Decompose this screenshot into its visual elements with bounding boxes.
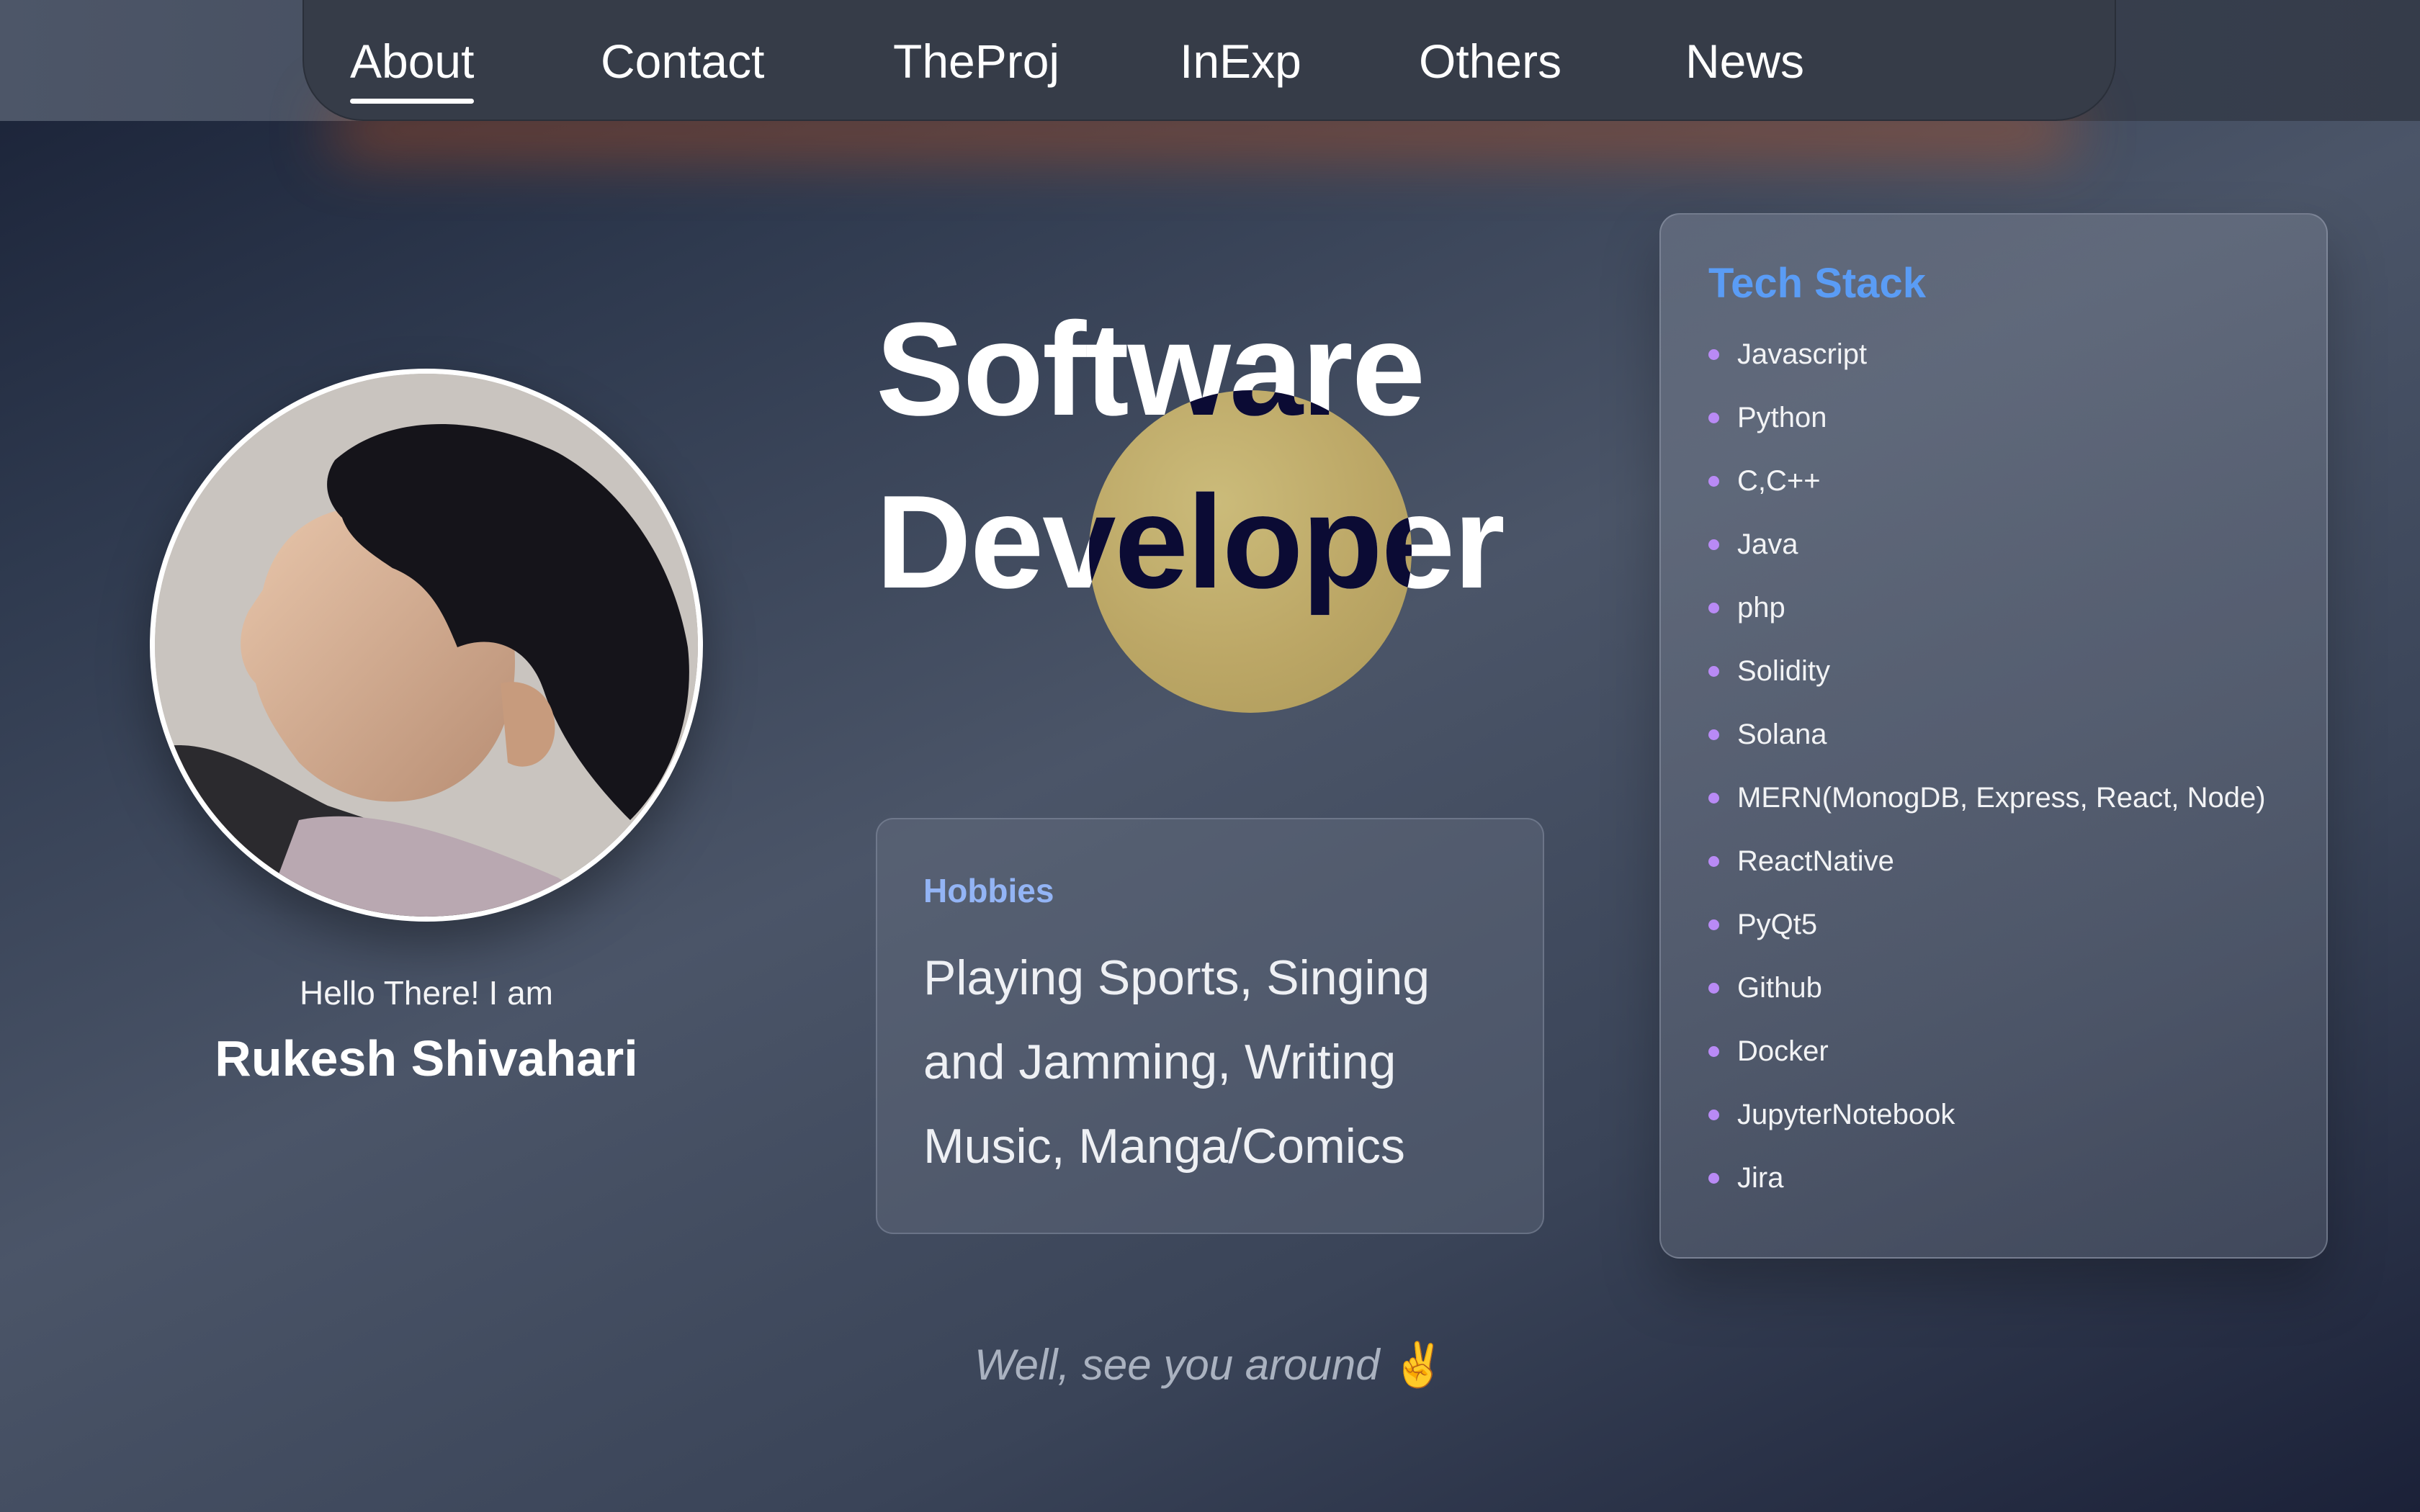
- hero-title-overlay-line2: Developer: [1089, 467, 1412, 616]
- footer-text: Well, see you around: [974, 1341, 1380, 1389]
- tech-stack-item: Python: [1708, 398, 2326, 462]
- nav-others[interactable]: Others: [1419, 29, 1561, 94]
- tech-stack-list: Javascript Python C,C++ Java php Solidit…: [1708, 335, 2326, 1222]
- tech-stack-item: Github: [1708, 968, 2326, 1032]
- nav-about[interactable]: About: [350, 29, 475, 104]
- tech-stack-item: PyQt5: [1708, 905, 2326, 968]
- tech-stack-item: JupyterNotebook: [1708, 1095, 2326, 1158]
- hero-title-overlay: Software Developer: [1089, 390, 1412, 628]
- nav-theproj[interactable]: TheProj: [893, 29, 1059, 94]
- hobbies-title: Hobbies: [923, 872, 1054, 909]
- tech-stack-item: Jira: [1708, 1158, 2326, 1222]
- profile-avatar: [150, 369, 703, 922]
- nav-inexp[interactable]: InExp: [1180, 29, 1301, 94]
- tech-stack-card: Tech Stack Javascript Python C,C++ Java …: [1659, 213, 2328, 1259]
- hero-title-overlay-line1: Software: [1089, 390, 1412, 455]
- nav-news[interactable]: News: [1685, 29, 1804, 94]
- tech-stack-title: Tech Stack: [1708, 260, 1926, 307]
- hobbies-text: Playing Sports, Singing and Jamming, Wri…: [923, 950, 1430, 1174]
- main-nav: About Contact TheProj InExp Others News: [302, 0, 2116, 121]
- tech-stack-item: ReactNative: [1708, 842, 2326, 905]
- tech-stack-item: Solana: [1708, 715, 2326, 778]
- tech-stack-item: Java: [1708, 525, 2326, 588]
- tech-stack-item: Solidity: [1708, 652, 2326, 715]
- profile-photo: [155, 374, 698, 917]
- nav-contact[interactable]: Contact: [601, 29, 764, 94]
- tech-stack-item: php: [1708, 588, 2326, 652]
- hero-circle-overlay: Software Developer: [1089, 390, 1412, 713]
- tech-stack-item: C,C++: [1708, 462, 2326, 525]
- footer-message: Well, see you around ✌️: [936, 1339, 1484, 1390]
- peace-sign-icon: ✌️: [1392, 1341, 1446, 1389]
- hobbies-card: Hobbies Playing Sports, Singing and Jamm…: [876, 818, 1544, 1234]
- tech-stack-item: Javascript: [1708, 335, 2326, 398]
- greeting-text: Hello There! I am: [300, 974, 553, 1012]
- tech-stack-item: MERN(MonogDB, Express, React, Node): [1708, 778, 2326, 842]
- tech-stack-item: Docker: [1708, 1032, 2326, 1095]
- profile-name: Rukesh Shivahari: [215, 1030, 638, 1086]
